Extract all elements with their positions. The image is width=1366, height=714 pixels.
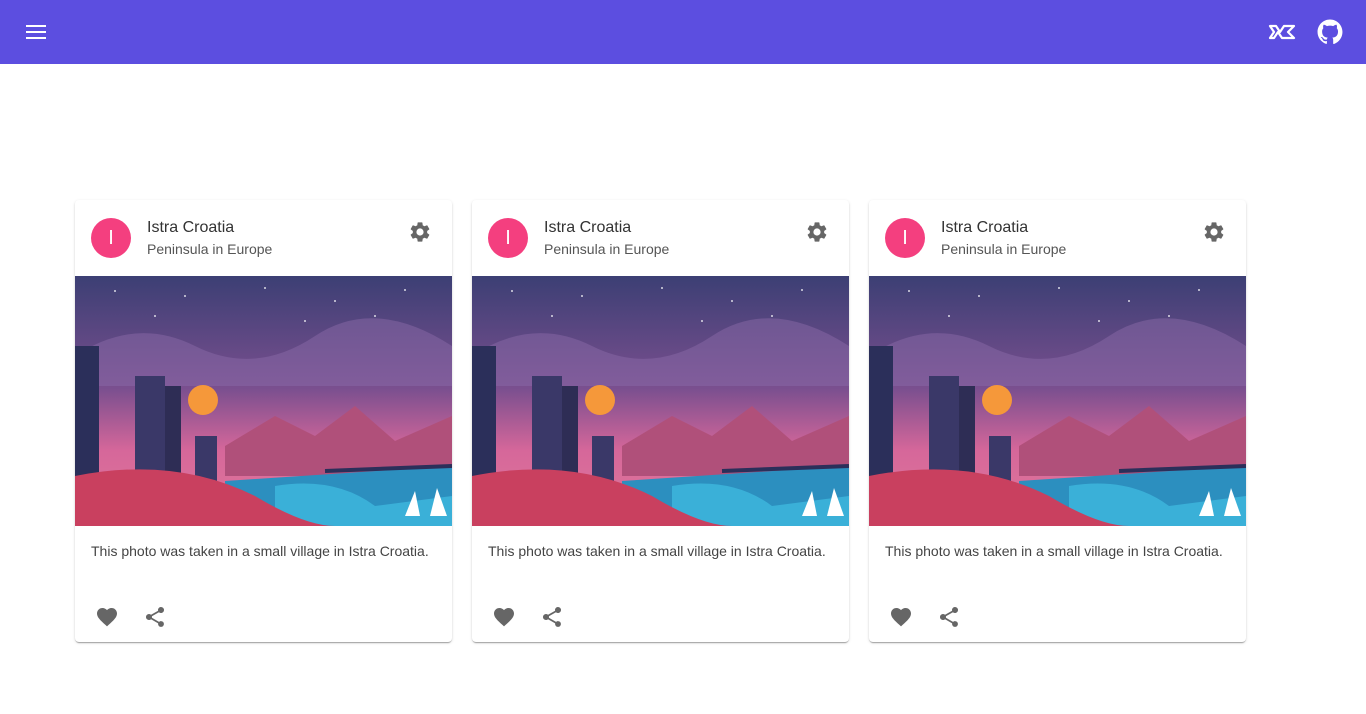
heart-icon xyxy=(97,608,117,627)
share-button[interactable] xyxy=(538,603,566,631)
card-header: I Istra Croatia Peninsula in Europe xyxy=(75,200,452,276)
brand-logo-button[interactable] xyxy=(1262,12,1302,52)
share-icon xyxy=(542,606,562,627)
card-title: Istra Croatia xyxy=(147,219,235,236)
card: I Istra Croatia Peninsula in Europe This… xyxy=(472,200,849,642)
card-actions xyxy=(472,592,849,642)
card-image xyxy=(472,276,849,526)
share-button[interactable] xyxy=(935,603,963,631)
favorite-button[interactable] xyxy=(490,603,518,631)
card-actions xyxy=(75,592,452,642)
card-subtitle: Peninsula in Europe xyxy=(544,241,670,257)
card-header-text: Istra Croatia Peninsula in Europe xyxy=(941,217,1230,259)
gear-icon xyxy=(807,222,827,242)
card-list: I Istra Croatia Peninsula in Europe This… xyxy=(75,200,1246,642)
menu-button[interactable] xyxy=(16,12,56,52)
share-button[interactable] xyxy=(141,603,169,631)
card-description: This photo was taken in a small village … xyxy=(91,543,429,559)
card-image xyxy=(869,276,1246,526)
brand-logo-icon xyxy=(1268,24,1296,40)
card-subtitle: Peninsula in Europe xyxy=(941,241,1067,257)
menu-icon xyxy=(26,25,46,39)
avatar: I xyxy=(885,218,925,258)
card-actions xyxy=(869,592,1246,642)
card-header: I Istra Croatia Peninsula in Europe xyxy=(869,200,1246,276)
avatar: I xyxy=(488,218,528,258)
card-description: This photo was taken in a small village … xyxy=(488,543,826,559)
card-title: Istra Croatia xyxy=(941,219,1029,236)
settings-button[interactable] xyxy=(1202,220,1226,244)
share-icon xyxy=(939,606,959,627)
card-image xyxy=(75,276,452,526)
github-button[interactable] xyxy=(1310,12,1350,52)
heart-icon xyxy=(891,608,911,627)
share-icon xyxy=(145,606,165,627)
card-header-text: Istra Croatia Peninsula in Europe xyxy=(147,217,436,259)
card-subtitle: Peninsula in Europe xyxy=(147,241,273,257)
github-icon xyxy=(1317,19,1343,45)
gear-icon xyxy=(410,222,430,242)
settings-button[interactable] xyxy=(805,220,829,244)
card-title: Istra Croatia xyxy=(544,219,632,236)
card: I Istra Croatia Peninsula in Europe This… xyxy=(75,200,452,642)
avatar: I xyxy=(91,218,131,258)
card-header-text: Istra Croatia Peninsula in Europe xyxy=(544,217,833,259)
favorite-button[interactable] xyxy=(93,603,121,631)
gear-icon xyxy=(1204,222,1224,242)
favorite-button[interactable] xyxy=(887,603,915,631)
card-description: This photo was taken in a small village … xyxy=(885,543,1223,559)
settings-button[interactable] xyxy=(408,220,432,244)
app-bar xyxy=(0,0,1366,64)
heart-icon xyxy=(494,608,514,627)
card-header: I Istra Croatia Peninsula in Europe xyxy=(472,200,849,276)
card: I Istra Croatia Peninsula in Europe This… xyxy=(869,200,1246,642)
